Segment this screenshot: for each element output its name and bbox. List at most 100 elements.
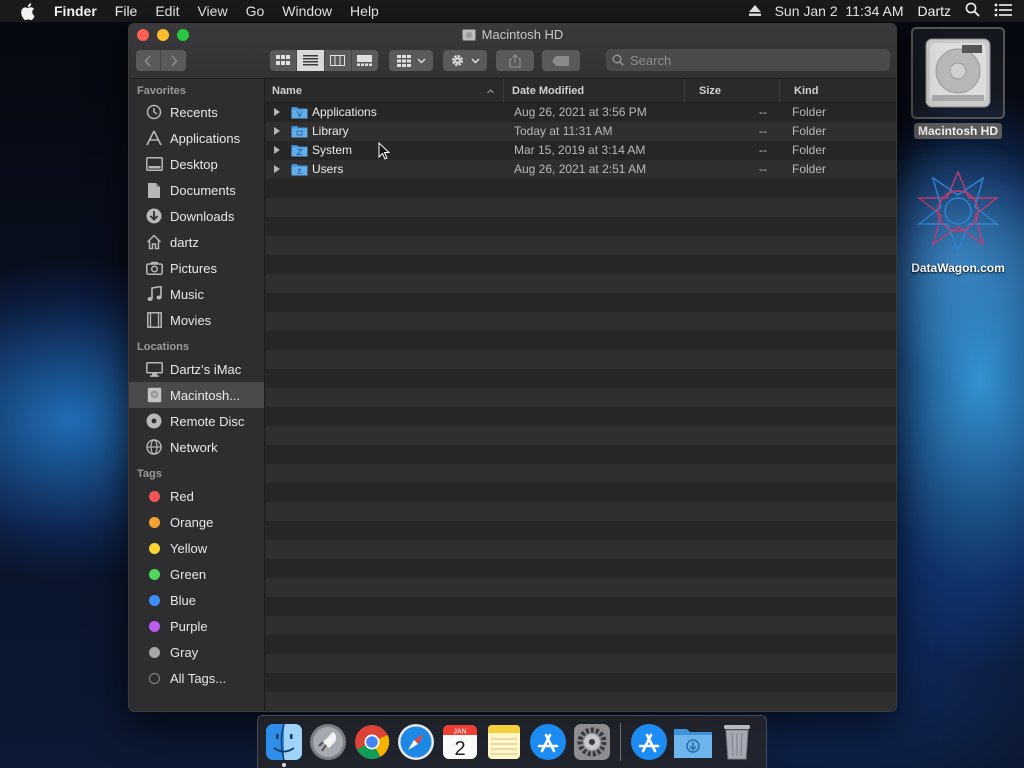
share-button[interactable] xyxy=(496,50,534,71)
dock-chrome[interactable] xyxy=(352,722,392,762)
dock-trash[interactable] xyxy=(717,722,757,762)
back-forward-control xyxy=(136,50,186,71)
sidebar-item-macintosh-hd[interactable]: Macintosh... xyxy=(129,382,264,408)
dock-system-preferences[interactable] xyxy=(572,722,612,762)
sidebar-item-label: Red xyxy=(170,488,194,504)
menu-go[interactable]: Go xyxy=(237,0,274,22)
menu-file[interactable]: File xyxy=(106,0,147,22)
disclosure-triangle-icon[interactable] xyxy=(274,127,280,135)
eject-icon[interactable] xyxy=(748,3,761,19)
apple-icon[interactable] xyxy=(20,2,38,20)
calendar-month: JAN xyxy=(453,729,466,736)
sidebar-section-locations: Locations xyxy=(137,341,189,353)
file-name: Users xyxy=(312,162,344,176)
dock-app-store-downloads[interactable] xyxy=(629,722,669,762)
sidebar-item-label: Green xyxy=(170,566,207,582)
sidebar-tag-all-tags[interactable]: All Tags... xyxy=(129,665,264,691)
desktop-icon-datawagon[interactable]: DataWagon.com xyxy=(902,168,1014,275)
menu-edit[interactable]: Edit xyxy=(146,0,188,22)
sidebar-tag-red[interactable]: Red xyxy=(129,483,264,509)
table-row[interactable]: System Mar 15, 2019 at 3:14 AM -- Folder xyxy=(266,141,896,160)
sidebar-item-label: Movies xyxy=(170,312,212,328)
menu-app-finder[interactable]: Finder xyxy=(54,0,106,22)
column-header-label: Size xyxy=(699,85,722,97)
group-icon xyxy=(396,54,411,67)
sidebar-item-desktop[interactable]: Desktop xyxy=(129,151,264,177)
sidebar-tag-orange[interactable]: Orange xyxy=(129,509,264,535)
icon-view-button[interactable] xyxy=(270,50,298,71)
camera-icon xyxy=(145,259,163,277)
window-toolbar: Macintosh HD xyxy=(129,24,896,79)
dock-separator xyxy=(620,723,621,761)
menu-window[interactable]: Window xyxy=(273,0,341,22)
disclosure-triangle-icon[interactable] xyxy=(274,165,280,173)
disclosure-triangle-icon[interactable] xyxy=(274,146,280,154)
dock-safari[interactable] xyxy=(396,722,436,762)
sidebar-item-network[interactable]: Network xyxy=(129,434,264,460)
dock-notes[interactable] xyxy=(484,722,524,762)
chevron-down-icon xyxy=(471,58,480,63)
sidebar-item-downloads[interactable]: Downloads xyxy=(129,203,264,229)
tag-button[interactable] xyxy=(542,50,580,71)
disclosure-triangle-icon[interactable] xyxy=(274,108,280,116)
sidebar-item-label: Documents xyxy=(170,182,236,198)
sidebar-item-music[interactable]: Music xyxy=(129,281,264,307)
file-size: -- xyxy=(759,162,767,176)
search-field[interactable] xyxy=(606,49,890,71)
disk-icon xyxy=(145,386,163,404)
spotlight-icon[interactable] xyxy=(965,2,980,20)
arrange-button[interactable] xyxy=(389,50,433,71)
sidebar-tag-purple[interactable]: Purple xyxy=(129,613,264,639)
dock-finder[interactable] xyxy=(264,722,304,767)
list-view-button[interactable] xyxy=(297,50,325,71)
column-view-button[interactable] xyxy=(325,50,352,71)
sidebar-tag-yellow[interactable]: Yellow xyxy=(129,535,264,561)
back-button[interactable] xyxy=(136,50,161,71)
desktop-icon-macintosh-hd[interactable]: Macintosh HD xyxy=(910,27,1006,139)
sidebar-item-movies[interactable]: Movies xyxy=(129,307,264,333)
system-preferences-icon xyxy=(574,724,610,760)
app-store-downloads-icon xyxy=(631,724,667,760)
search-icon xyxy=(612,54,624,66)
dock-downloads-folder[interactable] xyxy=(673,722,713,762)
sidebar-tag-green[interactable]: Green xyxy=(129,561,264,587)
column-header-date-modified[interactable]: Date Modified xyxy=(503,79,684,103)
calendar-day: 2 xyxy=(454,738,465,760)
network-icon xyxy=(145,438,163,456)
dock-launchpad[interactable] xyxy=(308,722,348,762)
column-header-kind[interactable]: Kind xyxy=(779,79,896,103)
sidebar-item-label: Applications xyxy=(170,130,241,146)
sidebar-item-label: Blue xyxy=(170,592,197,608)
action-button[interactable] xyxy=(443,50,487,71)
sidebar-tag-blue[interactable]: Blue xyxy=(129,587,264,613)
sidebar-item-pictures[interactable]: Pictures xyxy=(129,255,264,281)
table-row[interactable]: Library Today at 11:31 AM -- Folder xyxy=(266,122,896,141)
sidebar-item-recents[interactable]: Recents xyxy=(129,99,264,125)
sidebar-item-remote-disc[interactable]: Remote Disc xyxy=(129,408,264,434)
sidebar-item-label: Macintosh... xyxy=(170,387,241,403)
yellow-tag-dot-icon xyxy=(148,542,160,554)
table-row[interactable]: Applications Aug 26, 2021 at 3:56 PM -- … xyxy=(266,103,896,122)
menu-view[interactable]: View xyxy=(188,0,236,22)
dock-calendar[interactable]: JAN 2 xyxy=(440,722,480,762)
search-input[interactable] xyxy=(630,52,870,68)
sidebar-tag-gray[interactable]: Gray xyxy=(129,639,264,665)
menu-help[interactable]: Help xyxy=(341,0,388,22)
notification-center-icon[interactable] xyxy=(994,3,1012,20)
menubar-user[interactable]: Dartz xyxy=(918,0,951,22)
chevron-right-icon xyxy=(170,54,178,67)
column-header-size[interactable]: Size xyxy=(684,79,779,103)
disc-icon xyxy=(145,412,163,430)
sidebar-item-documents[interactable]: Documents xyxy=(129,177,264,203)
menubar-clock[interactable]: Sun Jan 2 11:34 AM xyxy=(775,0,904,22)
sidebar-item-home[interactable]: dartz xyxy=(129,229,264,255)
table-row[interactable]: Users Aug 26, 2021 at 2:51 AM -- Folder xyxy=(266,160,896,179)
dock-app-store[interactable] xyxy=(528,722,568,762)
file-size: -- xyxy=(759,105,767,119)
sidebar-item-label: Pictures xyxy=(170,260,217,276)
forward-button[interactable] xyxy=(161,50,186,71)
sidebar-item-imac[interactable]: Dartz’s iMac xyxy=(129,356,264,382)
gallery-view-button[interactable] xyxy=(352,50,378,71)
sidebar-item-applications[interactable]: Applications xyxy=(129,125,264,151)
column-header-name[interactable]: Name xyxy=(266,79,503,103)
